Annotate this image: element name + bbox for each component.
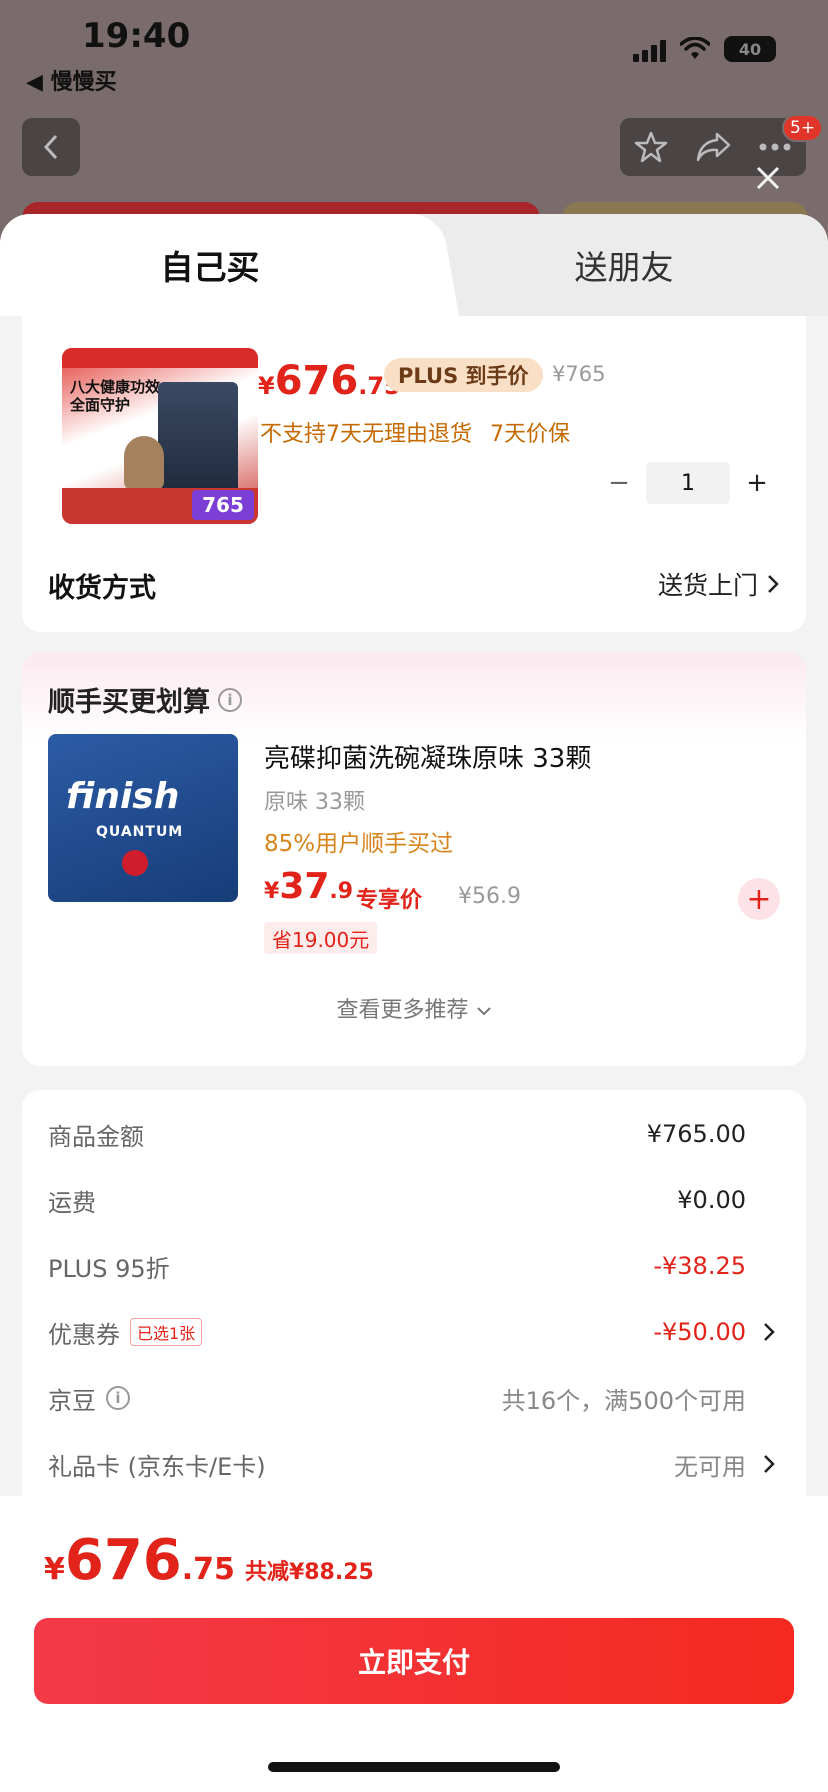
summary-row-subtotal: 商品金额 ¥765.00 bbox=[48, 1120, 746, 1151]
quantity-stepper: − 1 + bbox=[606, 462, 770, 504]
recommended-product-spec: 原味 33颗 bbox=[264, 790, 365, 815]
more-recommendations-link[interactable]: 查看更多推荐 bbox=[22, 992, 806, 1024]
return-policy: 不支持7天无理由退货 7天价保 bbox=[260, 422, 570, 447]
info-icon[interactable]: i bbox=[218, 687, 242, 712]
chevron-down-icon bbox=[476, 1007, 491, 1016]
recommended-product-price: ¥37.9 bbox=[264, 866, 354, 907]
coupon-selected-badge: 已选1张 bbox=[130, 1318, 203, 1346]
back-to-app-link[interactable]: ◀ 慢慢买 bbox=[26, 64, 117, 96]
savings-badge: 省19.00元 bbox=[264, 922, 378, 954]
close-icon[interactable] bbox=[752, 162, 784, 194]
recommended-product-social-proof: 85%用户顺手买过 bbox=[264, 831, 454, 857]
quantity-increase-button[interactable]: + bbox=[744, 462, 770, 504]
plus-price-tag: PLUS 到手价 bbox=[384, 358, 543, 392]
total-price: ¥676.75 共减¥88.25 bbox=[44, 1528, 374, 1593]
tab-label: 送朋友 bbox=[574, 248, 674, 287]
info-icon[interactable]: i bbox=[106, 1386, 130, 1410]
recommendation-card: 顺手买更划算 i finish QUANTUM 亮碟抑菌洗碗凝珠原味 33颗 原… bbox=[22, 652, 806, 1066]
tab-buy-for-self[interactable]: 自己买 bbox=[0, 214, 420, 316]
star-icon[interactable] bbox=[634, 130, 668, 164]
product-image-caption: 八大健康功效 全面守护 bbox=[70, 378, 161, 414]
product-price: ¥676.75 bbox=[258, 358, 401, 404]
total-savings: 共减¥88.25 bbox=[244, 1560, 374, 1585]
recommended-product-image[interactable]: finish QUANTUM bbox=[48, 734, 238, 902]
quantity-decrease-button[interactable]: − bbox=[606, 462, 632, 504]
purchase-mode-tabs: 自己买 送朋友 bbox=[0, 214, 828, 316]
summary-row-shipping: 运费 ¥0.00 bbox=[48, 1186, 746, 1217]
more-icon[interactable] bbox=[758, 142, 792, 152]
member-price-label: 专享价 bbox=[356, 888, 423, 913]
quantity-value[interactable]: 1 bbox=[646, 462, 730, 504]
chevron-right-icon bbox=[764, 1323, 775, 1341]
status-icons: 40 bbox=[633, 36, 776, 62]
wifi-icon bbox=[680, 37, 710, 59]
chevron-left-icon bbox=[43, 134, 58, 160]
nav-back-button[interactable] bbox=[22, 118, 80, 176]
tab-send-to-friend[interactable]: 送朋友 bbox=[420, 214, 828, 316]
delivery-method-selector[interactable]: 送货上门 bbox=[658, 566, 780, 602]
summary-row-jingdou: 京豆 i 共16个，满500个可用 bbox=[48, 1386, 746, 1415]
status-bar: 19:40 ◀ 慢慢买 40 bbox=[0, 0, 828, 100]
delivery-method-label: 收货方式 bbox=[48, 573, 156, 604]
product-card: 八大健康功效 全面守护 765 ¥676.75 PLUS 到手价 ¥765 不支… bbox=[22, 316, 806, 632]
product-image[interactable]: 八大健康功效 全面守护 765 bbox=[62, 348, 258, 524]
home-indicator[interactable] bbox=[268, 1762, 560, 1772]
battery-icon: 40 bbox=[724, 36, 776, 62]
recommended-original-price: ¥56.9 bbox=[458, 884, 521, 909]
recommended-product-name[interactable]: 亮碟抑菌洗碗凝珠原味 33颗 bbox=[264, 738, 591, 775]
pay-now-button[interactable]: 立即支付 bbox=[34, 1618, 794, 1704]
summary-row-coupon[interactable]: 优惠券 已选1张 -¥50.00 bbox=[48, 1312, 780, 1352]
share-icon[interactable] bbox=[695, 130, 731, 164]
recommendation-title: 顺手买更划算 i bbox=[48, 680, 242, 719]
tab-label: 自己买 bbox=[160, 248, 260, 287]
summary-row-plus-discount: PLUS 95折 -¥38.25 bbox=[48, 1252, 746, 1283]
message-badge: 5+ bbox=[782, 114, 824, 142]
status-time: 19:40 bbox=[82, 16, 191, 56]
chevron-right-icon bbox=[768, 575, 779, 593]
product-image-price: 765 bbox=[192, 490, 254, 520]
add-recommended-button[interactable]: + bbox=[738, 878, 780, 920]
checkout-footer: ¥676.75 共减¥88.25 立即支付 bbox=[0, 1496, 828, 1792]
summary-row-gift-card[interactable]: 礼品卡 (京东卡/E卡) 无可用 bbox=[48, 1444, 780, 1484]
cellular-signal-icon bbox=[633, 36, 666, 62]
original-price: ¥765 bbox=[552, 362, 606, 386]
chevron-right-icon bbox=[764, 1455, 775, 1473]
